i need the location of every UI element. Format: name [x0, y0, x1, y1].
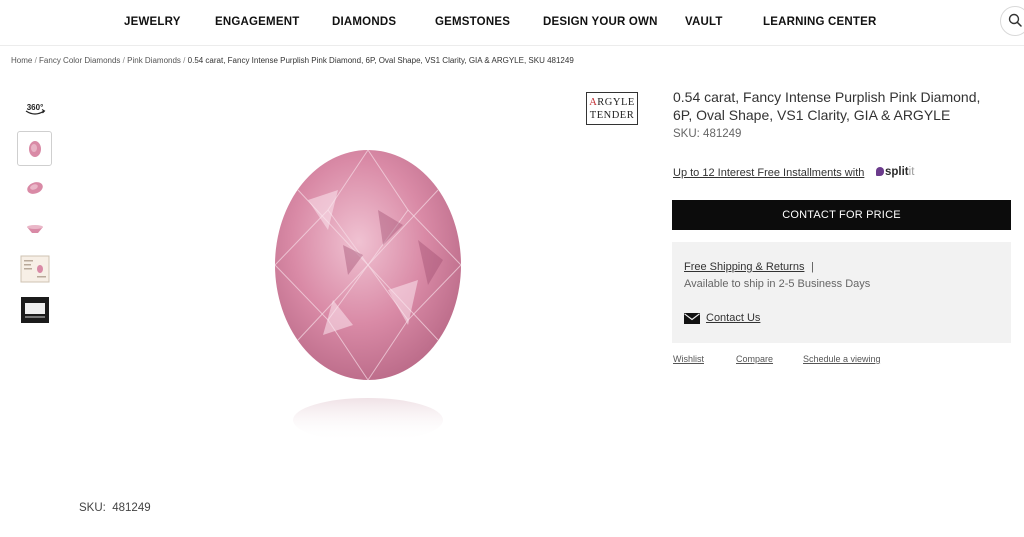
shipping-divider: | [811, 261, 814, 273]
breadcrumb-separator: / [34, 56, 37, 65]
product-sku-prefix: SKU: [673, 128, 700, 140]
breadcrumb: Home / Fancy Color Diamonds / Pink Diamo… [11, 56, 574, 65]
shipping-info-box: Free Shipping & Returns | Available to s… [672, 242, 1011, 343]
breadcrumb-pink-diamonds[interactable]: Pink Diamonds [127, 56, 181, 65]
main-diamond-image [274, 150, 462, 442]
breadcrumb-separator: / [183, 56, 186, 65]
compare-link[interactable]: Compare [736, 354, 773, 364]
thumbnail-360-view[interactable]: 360° [18, 93, 51, 124]
thumbnail-certificate[interactable] [18, 253, 51, 284]
product-title: 0.54 carat, Fancy Intense Purplish Pink … [673, 89, 981, 123]
argyle-badge-line2: TENDER [589, 110, 635, 121]
contact-for-price-button[interactable]: CONTACT FOR PRICE [672, 200, 1011, 230]
nav-gemstones[interactable]: GEMSTONES [435, 16, 510, 28]
breadcrumb-current: 0.54 carat, Fancy Intense Purplish Pink … [187, 56, 574, 65]
rotate-360-icon: 360° [25, 103, 45, 115]
diamond-thumbnail-icon [28, 140, 41, 157]
thumbnail-side-view[interactable] [18, 172, 51, 203]
breadcrumb-home[interactable]: Home [11, 56, 32, 65]
nav-vault[interactable]: VAULT [685, 16, 723, 28]
free-shipping-link[interactable]: Free Shipping & Returns [684, 261, 804, 273]
thumbnail-front-view[interactable] [17, 131, 52, 166]
installments-link[interactable]: Up to 12 Interest Free Installments with [673, 167, 864, 179]
certificate-thumbnail-icon [20, 255, 49, 282]
search-icon [1008, 13, 1022, 27]
display-box-thumbnail-icon [20, 296, 49, 323]
image-sku-prefix: SKU: [79, 502, 106, 514]
search-button[interactable] [1000, 6, 1024, 36]
thumbnail-profile-view[interactable] [18, 213, 51, 244]
splitit-logo: splitit [876, 166, 914, 178]
schedule-viewing-link[interactable]: Schedule a viewing [803, 354, 881, 364]
breadcrumb-fancy-color-diamonds[interactable]: Fancy Color Diamonds [39, 56, 120, 65]
thumbnail-display-box[interactable] [18, 294, 51, 325]
splitit-brand-main: split [885, 166, 909, 178]
diamond-profile-thumbnail-icon [26, 224, 43, 233]
top-navigation: JEWELRY ENGAGEMENT DIAMONDS GEMSTONES DE… [0, 0, 1024, 46]
argyle-tender-badge: ARGYLE TENDER [586, 92, 638, 125]
wishlist-link[interactable]: Wishlist [673, 354, 704, 364]
image-sku-value: 481249 [112, 502, 151, 514]
shipping-status: Available to ship in 2-5 Business Days [684, 278, 871, 290]
thumb-360-label: 360° [26, 103, 43, 112]
nav-learning-center[interactable]: LEARNING CENTER [763, 16, 877, 28]
nav-engagement[interactable]: ENGAGEMENT [215, 16, 299, 28]
nav-jewelry[interactable]: JEWELRY [124, 16, 181, 28]
nav-design-your-own[interactable]: DESIGN YOUR OWN [543, 16, 658, 28]
diamond-angle-thumbnail-icon [26, 181, 43, 194]
breadcrumb-separator: / [122, 56, 125, 65]
product-sku: SKU: 481249 [673, 128, 741, 140]
argyle-badge-line1: ARGYLE [589, 97, 635, 108]
splitit-icon [876, 167, 884, 176]
installments-text: Up to 12 Interest Free Installments with [673, 167, 865, 179]
splitit-brand-suffix: it [908, 166, 915, 178]
image-sku-label: SKU: 481249 [79, 502, 151, 514]
nav-diamonds[interactable]: DIAMONDS [332, 16, 396, 28]
product-sku-value: 481249 [703, 128, 742, 140]
envelope-icon [684, 313, 700, 324]
contact-us-label: Contact Us [706, 312, 761, 324]
